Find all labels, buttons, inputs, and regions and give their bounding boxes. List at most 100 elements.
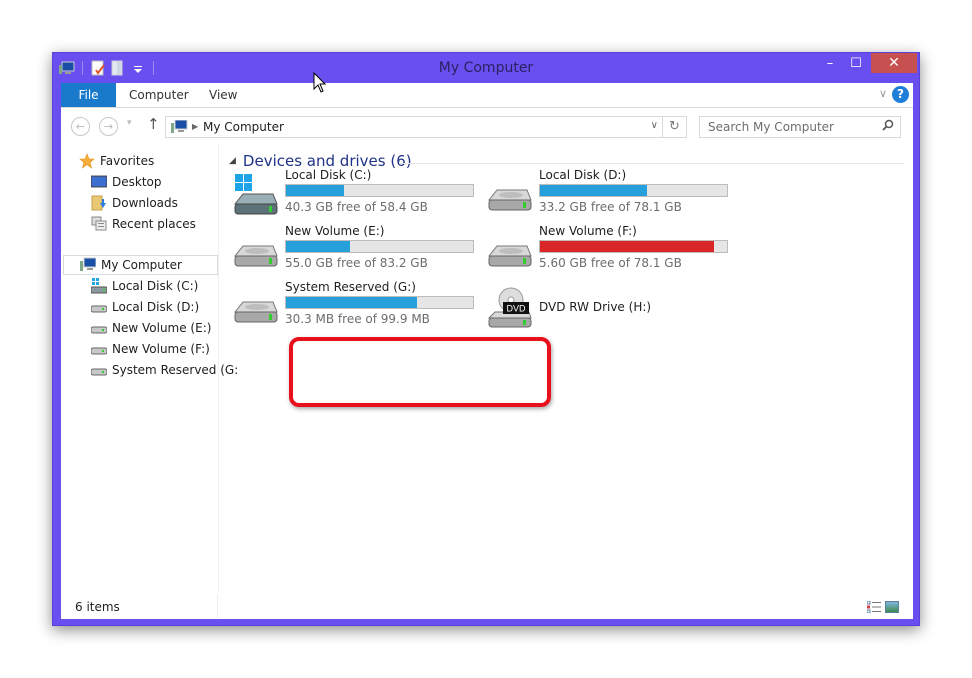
sidebar-item-my-computer[interactable]: My Computer — [63, 255, 218, 275]
address-dropdown-icon[interactable]: ∨ — [651, 120, 658, 131]
drive-icon — [90, 341, 108, 357]
item-count: 6 items — [75, 600, 120, 614]
expand-ribbon-icon[interactable]: ∨ — [879, 87, 887, 100]
maximize-button[interactable]: ☐ — [843, 53, 869, 73]
recent-locations-dropdown[interactable]: ▾ — [127, 118, 132, 128]
sidebar-item-label: Favorites — [100, 154, 155, 168]
computer-icon — [170, 119, 188, 137]
address-bar[interactable]: ▶ My Computer ∨ — [165, 116, 663, 138]
drive-name: DVD RW Drive (H:) — [539, 300, 652, 314]
downloads-icon — [91, 195, 107, 211]
drive-tile[interactable]: Local Disk (D:) 33.2 GB free of 78.1 GB — [485, 168, 735, 220]
tab-computer[interactable]: Computer — [129, 83, 189, 107]
sidebar-item-label: New Volume (F:) — [112, 342, 210, 356]
sidebar-item-local-disk-d[interactable]: Local Disk (D:) — [90, 297, 200, 317]
drive-usage-bar — [539, 184, 728, 197]
drive-name: New Volume (F:) — [539, 224, 637, 238]
drive-tile[interactable]: DVD DVD RW Drive (H:) — [485, 280, 735, 332]
large-icons-view-button[interactable] — [885, 601, 899, 613]
drive-usage-bar — [285, 184, 474, 197]
sidebar-item-recent-places[interactable]: Recent places — [91, 214, 196, 234]
ribbon-tabs: File Computer View ∨ ? — [61, 83, 913, 107]
refresh-button[interactable]: ↻ — [663, 116, 687, 138]
drive-icon — [90, 362, 108, 378]
minimize-button[interactable]: – — [817, 53, 843, 73]
search-placeholder: Search My Computer — [708, 120, 834, 134]
drive-name: Local Disk (D:) — [539, 168, 627, 182]
drive-usage-fill — [286, 185, 344, 196]
sidebar-item-label: New Volume (E:) — [112, 321, 212, 335]
help-icon[interactable]: ? — [892, 86, 909, 103]
svg-text:DVD: DVD — [506, 304, 526, 314]
drive-tile[interactable]: System Reserved (G:) 30.3 MB free of 99.9… — [231, 280, 481, 332]
forward-button[interactable]: → — [99, 117, 118, 136]
drive-name: System Reserved (G:) — [285, 280, 416, 294]
drive-usage-fill — [540, 185, 647, 196]
details-view-button[interactable] — [866, 600, 881, 614]
drive-free-space: 33.2 GB free of 78.1 GB — [539, 200, 682, 214]
hard-drive-icon — [231, 286, 279, 332]
drive-tile[interactable]: New Volume (E:) 55.0 GB free of 83.2 GB — [231, 224, 481, 276]
group-divider — [399, 163, 904, 164]
explorer-window: My Computer – ☐ ✕ File Computer View ∨ ?… — [52, 52, 920, 626]
drive-free-space: 55.0 GB free of 83.2 GB — [285, 256, 428, 270]
drive-usage-fill — [286, 241, 350, 252]
drive-tile[interactable]: Local Disk (C:) 40.3 GB free of 58.4 GB — [231, 168, 481, 220]
drive-free-space: 30.3 MB free of 99.9 MB — [285, 312, 430, 326]
sidebar-item-label: Local Disk (D:) — [112, 300, 200, 314]
drive-usage-bar — [539, 240, 728, 253]
close-button[interactable]: ✕ — [871, 53, 917, 73]
sidebar-item-local-disk-c[interactable]: Local Disk (C:) — [90, 276, 199, 296]
tab-file[interactable]: File — [61, 83, 116, 107]
drive-icon — [90, 320, 108, 336]
title-bar[interactable]: My Computer – ☐ ✕ — [53, 53, 919, 83]
sidebar-item-desktop[interactable]: Desktop — [90, 172, 162, 192]
drive-usage-fill — [540, 241, 714, 252]
drive-icon — [90, 299, 108, 315]
search-input[interactable]: Search My Computer — [699, 116, 901, 138]
dvd-drive-icon: DVD — [485, 286, 533, 332]
collapse-group-icon[interactable]: ◢ — [229, 156, 236, 166]
sidebar-item-downloads[interactable]: Downloads — [91, 193, 178, 213]
recent-places-icon — [91, 216, 107, 232]
status-bar: 6 items — [61, 592, 913, 620]
hard-drive-icon — [231, 230, 279, 276]
sidebar-item-new-volume-f[interactable]: New Volume (F:) — [90, 339, 210, 359]
drive-name: Local Disk (C:) — [285, 168, 372, 182]
drive-usage-bar — [285, 296, 474, 309]
sidebar-item-label: Desktop — [112, 175, 162, 189]
desktop-icon — [90, 174, 108, 190]
window-title: My Computer — [438, 60, 534, 76]
system-drive-icon — [90, 278, 108, 294]
status-divider — [217, 594, 218, 618]
up-button[interactable]: ↑ — [147, 115, 160, 133]
hard-drive-icon — [485, 230, 533, 276]
computer-icon — [80, 257, 97, 273]
highlight-annotation — [289, 337, 551, 407]
sidebar-item-label: Local Disk (C:) — [112, 279, 199, 293]
hard-drive-icon — [485, 174, 533, 220]
sidebar-item-label: My Computer — [101, 258, 182, 272]
navigation-pane: Favorites Desktop Downloads Recent place… — [61, 144, 238, 592]
search-icon[interactable] — [882, 119, 894, 135]
sidebar-item-new-volume-e[interactable]: New Volume (E:) — [90, 318, 212, 338]
breadcrumb-my-computer[interactable]: My Computer — [203, 120, 284, 134]
tab-view[interactable]: View — [209, 83, 237, 107]
drive-free-space: 5.60 GB free of 78.1 GB — [539, 256, 682, 270]
sidebar-item-system-reserved-g[interactable]: System Reserved (G: — [90, 360, 239, 380]
drive-free-space: 40.3 GB free of 58.4 GB — [285, 200, 428, 214]
sidebar-item-label: System Reserved (G: — [112, 363, 239, 377]
drive-tile[interactable]: New Volume (F:) 5.60 GB free of 78.1 GB — [485, 224, 735, 276]
sidebar-item-label: Downloads — [112, 196, 178, 210]
breadcrumb-separator-icon[interactable]: ▶ — [192, 122, 198, 131]
sidebar-item-label: Recent places — [112, 217, 196, 231]
drive-name: New Volume (E:) — [285, 224, 385, 238]
back-button[interactable]: ← — [71, 117, 90, 136]
explorer-content: ← → ▾ ↑ ▶ My Computer ∨ ↻ Search My Comp… — [61, 107, 913, 619]
drive-usage-fill — [286, 297, 417, 308]
content-pane: ◢ Devices and drives (6) Local Disk (C:)… — [221, 144, 911, 592]
navigation-bar: ← → ▾ ↑ ▶ My Computer ∨ ↻ Search My Comp… — [61, 108, 913, 144]
mouse-cursor-icon — [313, 72, 327, 93]
sidebar-item-favorites[interactable]: Favorites — [79, 151, 154, 171]
system-drive-icon — [231, 174, 279, 220]
